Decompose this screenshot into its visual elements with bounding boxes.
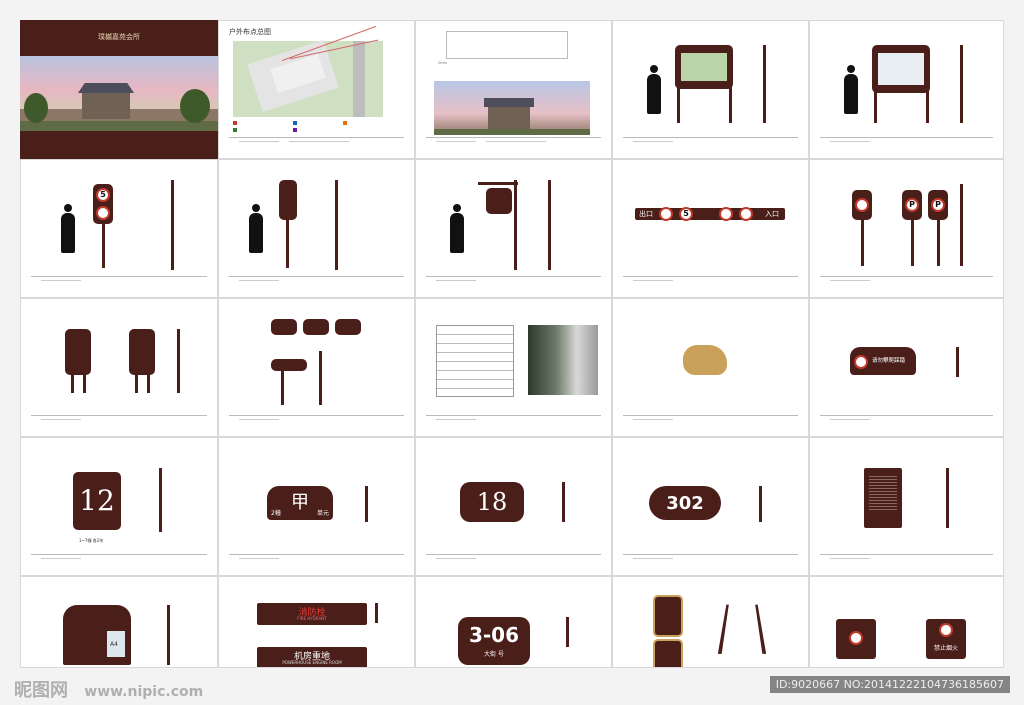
speed-limit-sign: 5 xyxy=(93,184,113,224)
no-climb-text: 请勿攀爬踩踏 xyxy=(872,358,906,364)
parking-p-2: P xyxy=(931,198,945,212)
floor-stand-sheet xyxy=(612,576,809,668)
hydrant-plate: 消防栓 FIRE HYDRANT xyxy=(257,603,367,625)
directory-sheet xyxy=(20,298,218,437)
unit-sign: 甲 2幢 单元 xyxy=(267,486,333,520)
no-fire-text: 禁止烟火 xyxy=(933,645,958,652)
machine-room-en-text: POWERHOUSE ENGINE ROOM xyxy=(282,660,342,665)
room-number-text: 3-06 xyxy=(468,623,520,647)
clubhouse-photo xyxy=(434,81,590,135)
room-number-sheet: 3-06 大街 号 xyxy=(415,576,612,668)
elevation-sheet: 2mm xyxy=(415,20,612,159)
floor-stand-sign-1 xyxy=(653,595,683,637)
stone-sign-sheet xyxy=(612,298,809,437)
site-plan-map xyxy=(233,39,383,117)
building-number-sign: 12 xyxy=(73,472,121,530)
machine-room-plate: 机房重地 POWERHOUSE ENGINE ROOM xyxy=(257,647,367,667)
mailbox-photo xyxy=(528,325,598,395)
unit-label: 单元 xyxy=(316,510,329,517)
site-plan-sheet: 户外布点总图 xyxy=(218,20,415,159)
cover-title: 璞樾嘉苑会所 xyxy=(98,33,140,41)
notice-board-map xyxy=(675,45,733,89)
bulletin-sheet: A4 xyxy=(20,576,218,668)
building-note: 1~7幢 各2块 xyxy=(79,538,104,543)
door-number-302: 302 xyxy=(649,486,721,520)
hanging-sign xyxy=(486,188,512,214)
mailbox-drawing xyxy=(436,325,514,397)
guide-sign xyxy=(279,180,297,220)
watermark-url: www.nipic.com xyxy=(84,684,204,700)
watermark-right: ID:9020667 NO:20141222104736185607 xyxy=(769,676,1010,693)
entrance-label: 入口 xyxy=(765,210,779,218)
rules-board xyxy=(864,468,902,528)
rules-board-sheet xyxy=(809,437,1004,576)
unit-building: 2幢 xyxy=(271,510,281,517)
door-number-18: 18 xyxy=(460,482,524,522)
bulletin-board: A4 xyxy=(63,605,131,665)
door-18-sheet: 18 xyxy=(415,437,612,576)
board-sheet-1 xyxy=(612,20,809,159)
clubhouse-render xyxy=(20,56,218,131)
a4-label: A4 xyxy=(110,641,118,648)
small-signs-sheet xyxy=(218,298,415,437)
hydrant-en-text: FIRE HYDRANT xyxy=(297,616,327,621)
no-smoking-plate xyxy=(836,619,876,659)
no-fire-plate: 禁止烟火 xyxy=(926,619,966,659)
exit-label: 出口 xyxy=(639,210,653,218)
map-title: 户外布点总图 xyxy=(229,28,271,36)
watermark-id: ID:9020667 NO:20141222104736185607 xyxy=(775,678,1004,691)
climb-sign-sheet: 请勿攀爬踩踏 xyxy=(809,298,1004,437)
sheet-grid: 璞樾嘉苑会所 户外布点总图 2mm 5 出口 5 入口 P P 请勿攀爬踩踏 1… xyxy=(20,20,1004,668)
floor-stand-sign-2 xyxy=(653,639,683,667)
hanging-sign-sheet xyxy=(415,159,612,298)
room-number-sub: 大街 号 xyxy=(484,651,504,658)
speed-limit-number: 5 xyxy=(96,188,110,202)
cloud-sign xyxy=(683,345,727,375)
directory-board-2 xyxy=(129,329,155,375)
mailbox-sheet xyxy=(415,298,612,437)
room-plate-sheet: 消防栓 FIRE HYDRANT 机房重地 POWERHOUSE ENGINE … xyxy=(218,576,415,668)
cover-sheet: 璞樾嘉苑会所 xyxy=(20,20,218,159)
unit-sign-sheet: 甲 2幢 单元 xyxy=(218,437,415,576)
gate-speed: 5 xyxy=(679,207,693,221)
guide-sign-sheet xyxy=(218,159,415,298)
notice-board-glass xyxy=(872,45,930,93)
door-302-sheet: 302 xyxy=(612,437,809,576)
watermark-left: 昵图网 www.nipic.com xyxy=(14,676,203,702)
no-fire-sheet: 禁止烟火 xyxy=(809,576,1004,668)
speed-sign-sheet: 5 xyxy=(20,159,218,298)
gate-sign-sheet: 出口 5 入口 xyxy=(612,159,809,298)
gate-banner: 出口 5 入口 xyxy=(635,207,785,221)
a-frame xyxy=(717,604,767,654)
watermark-logo: 昵图网 xyxy=(14,680,68,701)
door-number-18-text: 18 xyxy=(476,488,508,516)
no-climb-sign: 请勿攀爬踩踏 xyxy=(850,347,916,375)
room-number-plate: 3-06 大街 号 xyxy=(458,617,530,665)
building-number-sheet: 12 1~7幢 各2块 xyxy=(20,437,218,576)
parking-sign-sheet: P P xyxy=(809,159,1004,298)
directory-board-1 xyxy=(65,329,91,375)
board-sheet-2 xyxy=(809,20,1004,159)
building-number: 12 xyxy=(79,484,115,517)
door-number-302-text: 302 xyxy=(666,493,704,514)
parking-p-1: P xyxy=(905,198,919,212)
